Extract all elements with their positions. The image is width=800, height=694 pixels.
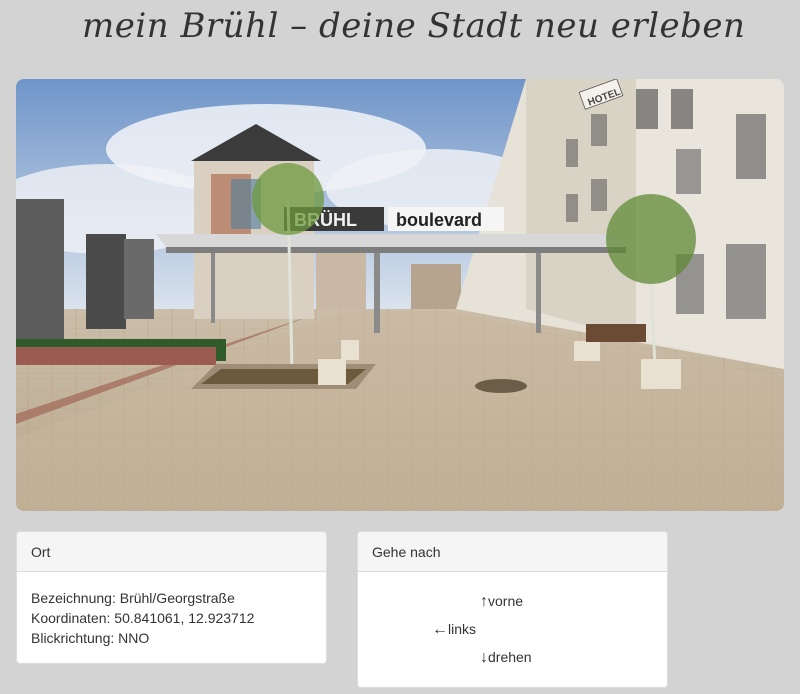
arrow-up-icon: ↑ (480, 593, 488, 610)
gehe-nach-heading: Gehe nach (358, 532, 667, 572)
nav-link-left-label: links (448, 621, 477, 637)
location-coordinates: Koordinaten: 50.841061, 12.923712 (31, 610, 255, 626)
location-name: Bezeichnung: Brühl/Georgstraße (31, 590, 235, 606)
ort-panel-heading: Ort (17, 532, 326, 572)
ort-panel-body: Bezeichnung: Brühl/Georgstraße Koordinat… (17, 572, 326, 663)
page-title: mein Brühl – deine Stadt neu erleben (82, 6, 746, 46)
street-view-photo[interactable]: HOTEL BRÜHL boulevard (16, 79, 784, 511)
gehe-nach-panel: Gehe nach ↑vorne ←links ↓drehen (357, 531, 668, 688)
boulevard-sign: boulevard (396, 210, 482, 230)
navigation-links: ↑vorne ←links ↓drehen (358, 572, 667, 687)
arrow-down-icon: ↓ (480, 649, 488, 666)
arrow-left-icon: ← (432, 621, 448, 638)
nav-link-turn[interactable]: ↓drehen (480, 649, 532, 667)
nav-link-forward[interactable]: ↑vorne (480, 593, 523, 611)
ort-panel: Ort Bezeichnung: Brühl/Georgstraße Koord… (16, 531, 327, 664)
street-photo-illustration: HOTEL BRÜHL boulevard (16, 79, 784, 511)
view-direction: Blickrichtung: NNO (31, 630, 150, 646)
nav-link-left[interactable]: ←links (432, 621, 476, 639)
nav-link-turn-label: drehen (488, 649, 532, 665)
nav-link-forward-label: vorne (488, 593, 524, 609)
